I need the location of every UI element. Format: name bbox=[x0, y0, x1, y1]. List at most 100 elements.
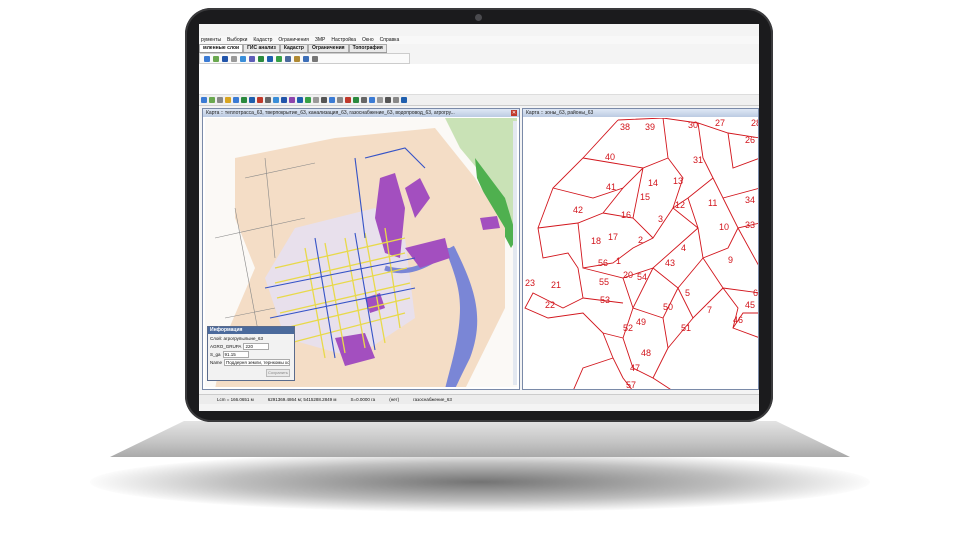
refresh-icon[interactable] bbox=[276, 55, 282, 62]
ribbon-tab[interactable]: ГИС анализ bbox=[243, 44, 280, 52]
map-tool-icon[interactable] bbox=[225, 97, 231, 103]
parcel-label[interactable]: 56 bbox=[598, 258, 608, 268]
map-tool-icon[interactable] bbox=[353, 97, 359, 103]
parcel-label[interactable]: 6 bbox=[753, 288, 758, 298]
map-tool-icon[interactable] bbox=[313, 97, 319, 103]
ribbon-tab[interactable]: Кадастр bbox=[279, 44, 308, 52]
parcel-label[interactable]: 15 bbox=[640, 192, 650, 202]
move-icon[interactable] bbox=[258, 55, 264, 62]
parcel-label[interactable]: 42 bbox=[573, 205, 583, 215]
table-icon[interactable] bbox=[222, 55, 228, 62]
parcel-label[interactable]: 5 bbox=[685, 288, 690, 298]
parcel-label[interactable]: 11 bbox=[708, 198, 717, 208]
parcel-label[interactable]: 46 bbox=[733, 315, 743, 325]
ribbon-tab[interactable]: Ограничения bbox=[307, 44, 349, 52]
menu-item[interactable]: ЗМР bbox=[315, 37, 326, 43]
parcel-label[interactable]: 27 bbox=[715, 118, 725, 128]
map-tool-icon[interactable] bbox=[233, 97, 239, 103]
copy-icon[interactable] bbox=[213, 55, 219, 62]
parcel-label[interactable]: 48 bbox=[641, 348, 651, 358]
parcel-label[interactable]: 50 bbox=[663, 302, 673, 312]
ribbon-tab[interactable]: мленные слои bbox=[199, 44, 244, 52]
map-tool-icon[interactable] bbox=[321, 97, 327, 103]
menu-item[interactable]: Выборки bbox=[227, 37, 247, 43]
export-icon[interactable] bbox=[303, 55, 309, 62]
parcel-label[interactable]: 31 bbox=[693, 155, 703, 165]
back-icon[interactable] bbox=[267, 55, 273, 62]
parcel-label[interactable]: 9 bbox=[728, 255, 733, 265]
print-icon[interactable] bbox=[312, 55, 318, 62]
parcel-label[interactable]: 40 bbox=[605, 152, 615, 162]
map-tool-icon[interactable] bbox=[257, 97, 263, 103]
link-icon[interactable] bbox=[249, 55, 255, 62]
parcel-label[interactable]: 54 bbox=[637, 272, 647, 282]
menu-item[interactable]: Кадастр bbox=[253, 37, 272, 43]
parcel-label[interactable]: 13 bbox=[673, 176, 683, 186]
parcel-label[interactable]: 55 bbox=[599, 277, 609, 287]
parcel-label[interactable]: 52 bbox=[623, 323, 633, 333]
map-tool-icon[interactable] bbox=[265, 97, 271, 103]
map-tool-icon[interactable] bbox=[385, 97, 391, 103]
parcel-label[interactable]: 53 bbox=[600, 295, 610, 305]
parcel-label[interactable]: 51 bbox=[681, 323, 691, 333]
map-tool-icon[interactable] bbox=[401, 97, 407, 103]
info-field-value[interactable]: 220 bbox=[243, 342, 270, 350]
menu-item[interactable]: рументы bbox=[201, 37, 221, 43]
map-tool-icon[interactable] bbox=[273, 97, 279, 103]
parcel-label[interactable]: 38 bbox=[620, 122, 630, 132]
map-tool-icon[interactable] bbox=[217, 97, 223, 103]
map-tool-icon[interactable] bbox=[369, 97, 375, 103]
parcel-label[interactable]: 7 bbox=[707, 305, 712, 315]
parcel-label[interactable]: 57 bbox=[626, 380, 636, 390]
parcel-label[interactable]: 45 bbox=[745, 300, 755, 310]
map-tool-icon[interactable] bbox=[281, 97, 287, 103]
map-tool-icon[interactable] bbox=[289, 97, 295, 103]
map-tool-icon[interactable] bbox=[241, 97, 247, 103]
parcel-label[interactable]: 22 bbox=[545, 300, 555, 310]
parcel-label[interactable]: 4 bbox=[681, 243, 686, 253]
parcel-label[interactable]: 33 bbox=[745, 220, 755, 230]
parcel-label[interactable]: 1 bbox=[616, 256, 621, 266]
parcel-label[interactable]: 20 bbox=[623, 270, 633, 280]
parcel-label[interactable]: 3 bbox=[658, 214, 663, 224]
parcel-label[interactable]: 34 bbox=[745, 195, 755, 205]
parcel-label[interactable]: 18 bbox=[591, 236, 601, 246]
layer-icon[interactable] bbox=[204, 55, 210, 62]
chart-icon[interactable] bbox=[294, 55, 300, 62]
map-tool-icon[interactable] bbox=[329, 97, 335, 103]
right-map-canvas[interactable]: 3839302728264031411413421512113416310331… bbox=[523, 117, 759, 390]
attach-icon[interactable] bbox=[240, 55, 246, 62]
info-field-value[interactable]: Поддерня земли, тернкомы ходовы bbox=[224, 358, 291, 366]
map-tool-icon[interactable] bbox=[201, 97, 207, 103]
parcel-label[interactable]: 12 bbox=[675, 200, 685, 210]
map-tool-icon[interactable] bbox=[297, 97, 303, 103]
parcel-label[interactable]: 41 bbox=[606, 182, 616, 192]
parcel-label[interactable]: 49 bbox=[636, 317, 646, 327]
parcel-label[interactable]: 2 bbox=[638, 235, 643, 245]
map-tool-icon[interactable] bbox=[249, 97, 255, 103]
save-button[interactable]: Сохранить bbox=[266, 369, 290, 377]
menu-item[interactable]: Окно bbox=[362, 37, 374, 43]
parcel-label[interactable]: 43 bbox=[665, 258, 675, 268]
parcel-label[interactable]: 47 bbox=[630, 363, 640, 373]
parcel-label[interactable]: 14 bbox=[648, 178, 658, 188]
info-field-value[interactable]: 91.15 bbox=[222, 350, 249, 358]
parcel-label[interactable]: 17 bbox=[608, 232, 618, 242]
map-tool-icon[interactable] bbox=[393, 97, 399, 103]
parcel-label[interactable]: 28 bbox=[751, 118, 759, 128]
menu-item[interactable]: Настройка bbox=[331, 37, 356, 43]
ribbon-tab[interactable]: Топография bbox=[348, 44, 387, 52]
close-icon[interactable]: ✕ bbox=[511, 110, 517, 116]
map-tool-icon[interactable] bbox=[377, 97, 383, 103]
parcel-label[interactable]: 23 bbox=[525, 278, 535, 288]
parcel-label[interactable]: 21 bbox=[551, 280, 561, 290]
map-tool-icon[interactable] bbox=[305, 97, 311, 103]
parcel-label[interactable]: 16 bbox=[621, 210, 631, 220]
menu-item[interactable]: Справка bbox=[380, 37, 400, 43]
menu-item[interactable]: Ограничения bbox=[278, 37, 308, 43]
parcel-label[interactable]: 30 bbox=[688, 120, 698, 130]
parcel-label[interactable]: 39 bbox=[645, 122, 655, 132]
map-tool-icon[interactable] bbox=[345, 97, 351, 103]
parcel-label[interactable]: 26 bbox=[745, 135, 755, 145]
parcel-label[interactable]: 10 bbox=[719, 222, 729, 232]
